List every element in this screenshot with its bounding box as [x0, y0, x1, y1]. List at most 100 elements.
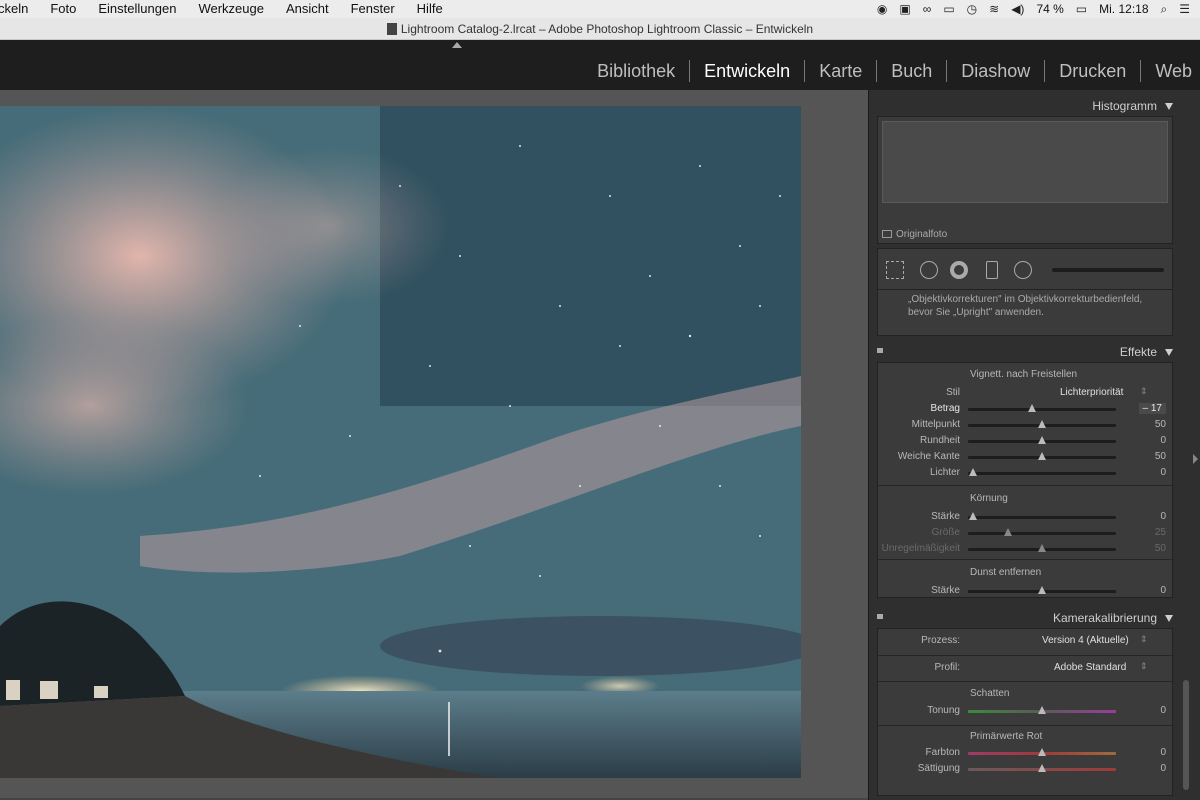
module-map[interactable]: Karte [805, 60, 878, 82]
process-dropdown[interactable]: Prozess: Version 4 (Aktuelle) ⇕ [878, 633, 1174, 649]
module-slideshow[interactable]: Diashow [947, 60, 1046, 82]
module-library[interactable]: Bibliothek [583, 60, 691, 82]
slider-row-feather[interactable]: Weiche Kante 50 [878, 449, 1174, 465]
airplay-icon[interactable]: ▭ [943, 2, 954, 16]
collapse-triangle-icon[interactable] [1165, 349, 1173, 356]
slider-thumb[interactable] [1038, 706, 1046, 714]
slider-value[interactable]: 0 [1160, 467, 1166, 478]
slider-value[interactable]: 50 [1155, 419, 1166, 430]
creative-cloud-icon[interactable]: ∞ [923, 2, 932, 16]
panel-scrollbar[interactable] [1183, 680, 1189, 790]
graduated-filter-tool-icon[interactable] [986, 261, 998, 279]
vignette-style-dropdown[interactable]: Stil Lichterpriorität ⇕ [878, 385, 1174, 401]
slider-track [968, 532, 1116, 535]
profile-dropdown[interactable]: Profil: Adobe Standard ⇕ [878, 660, 1174, 676]
slider-thumb [1004, 528, 1012, 536]
slider-row-amount[interactable]: Betrag – 17 [878, 401, 1174, 417]
module-print[interactable]: Drucken [1045, 60, 1142, 82]
calibration-header[interactable]: Kamerakalibrierung [873, 606, 1177, 628]
battery-icon[interactable]: ▭ [1076, 2, 1087, 16]
slider-row-shadow-tint[interactable]: Tonung 0 [878, 703, 1174, 719]
slider-thumb[interactable] [1038, 748, 1046, 756]
divider [878, 559, 1174, 560]
updown-icon: ⇕ [1140, 661, 1148, 671]
spotlight-search-icon[interactable]: ⌕ [1161, 2, 1168, 17]
collapse-triangle-icon[interactable] [1165, 615, 1173, 622]
slider-value[interactable]: 0 [1160, 763, 1166, 774]
spot-removal-tool-icon[interactable] [920, 261, 938, 279]
wifi-icon[interactable]: ≋ [989, 2, 999, 16]
brush-slider[interactable] [1052, 268, 1164, 272]
slider-thumb[interactable] [1028, 404, 1036, 412]
module-web[interactable]: Web [1141, 60, 1192, 82]
histogram-graph [882, 121, 1168, 203]
slider-track[interactable] [968, 516, 1116, 519]
module-develop[interactable]: Entwickeln [690, 60, 806, 82]
slider-thumb[interactable] [1038, 452, 1046, 460]
menu-window[interactable]: Fenster [340, 0, 406, 18]
menu-photo[interactable]: Foto [39, 0, 87, 18]
battery-percent[interactable]: 74 % [1036, 2, 1063, 16]
menu-develop[interactable]: ckeln [0, 0, 39, 18]
menu-settings[interactable]: Einstellungen [87, 0, 187, 18]
record-icon[interactable]: ◉ [877, 2, 887, 16]
calibration-panel: Prozess: Version 4 (Aktuelle) ⇕ Profil: … [877, 628, 1174, 796]
divider [878, 655, 1174, 656]
dehaze-title: Dunst entfernen [970, 567, 1042, 578]
effects-header[interactable]: Effekte [873, 340, 1177, 362]
slider-thumb[interactable] [1038, 764, 1046, 772]
panel-switch-icon[interactable] [877, 348, 883, 353]
slider-row-dehaze[interactable]: Stärke 0 [878, 583, 1174, 599]
radial-filter-tool-icon[interactable] [1014, 261, 1032, 279]
slider-row-midpoint[interactable]: Mittelpunkt 50 [878, 417, 1174, 433]
crop-tool-icon[interactable] [886, 261, 904, 279]
slider-thumb[interactable] [1038, 586, 1046, 594]
slider-value[interactable]: 0 [1160, 705, 1166, 716]
slider-value[interactable]: 0 [1160, 511, 1166, 522]
slider-value[interactable]: 0 [1160, 585, 1166, 596]
menubar-clock[interactable]: Mi. 12:18 [1099, 2, 1148, 16]
slider-thumb[interactable] [1038, 420, 1046, 428]
histogram-title: Histogramm [1092, 99, 1157, 113]
time-machine-icon[interactable]: ◷ [967, 2, 977, 16]
slider-row-grain-amount[interactable]: Stärke 0 [878, 509, 1174, 525]
slider-thumb[interactable] [1038, 436, 1046, 444]
slider-row-red-saturation[interactable]: Sättigung 0 [878, 761, 1174, 777]
slider-label: Stärke [931, 511, 960, 522]
photo-image [0, 106, 801, 778]
slider-row-highlights[interactable]: Lichter 0 [878, 465, 1174, 481]
volume-icon[interactable]: ◀) [1011, 2, 1024, 16]
profile-label: Profil: [934, 662, 960, 673]
expand-right-panel-icon[interactable] [1193, 454, 1198, 464]
bookmark-icon[interactable]: ▣ [899, 2, 910, 16]
original-photo-toggle[interactable]: Originalfoto [882, 229, 947, 240]
slider-track[interactable] [968, 472, 1116, 475]
photo-canvas[interactable] [0, 90, 868, 800]
slider-track[interactable] [968, 408, 1116, 411]
slider-thumb[interactable] [969, 468, 977, 476]
menu-help[interactable]: Hilfe [406, 0, 454, 18]
lens-note-line-1: „Objektivkorrekturen" im Objektivkorrekt… [908, 294, 1143, 305]
collapse-top-panel-icon[interactable] [452, 42, 462, 48]
slider-value[interactable]: 50 [1155, 451, 1166, 462]
divider [878, 485, 1174, 486]
menu-view[interactable]: Ansicht [275, 0, 340, 18]
notification-center-icon[interactable]: ☰ [1179, 2, 1190, 16]
panel-switch-icon[interactable] [877, 614, 883, 619]
checkbox-icon[interactable] [882, 230, 892, 238]
slider-label: Weiche Kante [897, 451, 960, 462]
collapse-triangle-icon[interactable] [1165, 103, 1173, 110]
updown-icon: ⇕ [1140, 386, 1148, 396]
module-book[interactable]: Buch [877, 60, 948, 82]
slider-row-roundness[interactable]: Rundheit 0 [878, 433, 1174, 449]
slider-thumb[interactable] [969, 512, 977, 520]
lens-correction-panel-tail: „Objektivkorrekturen" im Objektivkorrekt… [877, 290, 1173, 336]
night-sky-photo [0, 106, 801, 778]
slider-value[interactable]: 0 [1160, 747, 1166, 758]
red-eye-tool-icon[interactable] [950, 261, 968, 279]
slider-value[interactable]: – 17 [1138, 403, 1166, 414]
slider-value[interactable]: 0 [1160, 435, 1166, 446]
slider-row-red-hue[interactable]: Farbton 0 [878, 745, 1174, 761]
menu-tools[interactable]: Werkzeuge [187, 0, 275, 18]
histogram-header[interactable]: Histogramm [873, 94, 1177, 116]
